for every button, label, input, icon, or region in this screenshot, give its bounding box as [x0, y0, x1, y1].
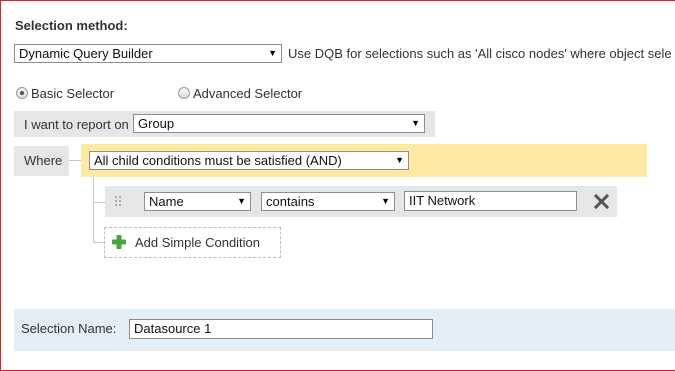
advanced-selector-label[interactable]: Advanced Selector — [193, 86, 302, 101]
condition-mode-dropdown[interactable]: All child conditions must be satisfied (… — [89, 151, 409, 170]
basic-selector-radio[interactable] — [16, 87, 28, 99]
condition-value-text: IIT Network — [409, 193, 476, 208]
advanced-selector-radio[interactable] — [178, 87, 190, 99]
chevron-down-icon: ▼ — [268, 48, 277, 58]
tree-connector — [93, 177, 94, 243]
selection-method-value: Dynamic Query Builder — [19, 46, 153, 61]
selection-name-input[interactable]: Datasource 1 — [129, 319, 433, 339]
selection-method-title: Selection method: — [15, 18, 128, 33]
condition-value-input[interactable]: IIT Network — [404, 191, 577, 211]
plus-icon — [111, 234, 127, 250]
condition-operator-value: contains — [266, 194, 315, 209]
report-on-dropdown[interactable]: Group ▼ — [133, 114, 425, 133]
condition-field-dropdown[interactable]: Name ▼ — [144, 192, 251, 211]
selection-name-value: Datasource 1 — [134, 321, 212, 336]
basic-selector-label[interactable]: Basic Selector — [31, 86, 114, 101]
close-icon[interactable] — [593, 193, 610, 210]
chevron-down-icon: ▼ — [411, 118, 420, 128]
selection-name-label: Selection Name: — [21, 321, 117, 336]
drag-handle-icon[interactable] — [114, 195, 122, 207]
condition-field-value: Name — [149, 194, 184, 209]
chevron-down-icon: ▼ — [395, 155, 404, 165]
condition-mode-value: All child conditions must be satisfied (… — [94, 153, 342, 168]
report-on-label: I want to report on — [24, 117, 129, 132]
chevron-down-icon: ▼ — [237, 196, 246, 206]
selection-method-hint: Use DQB for selections such as 'All cisc… — [288, 46, 672, 61]
condition-operator-dropdown[interactable]: contains ▼ — [261, 192, 395, 211]
tree-connector — [69, 160, 81, 161]
chevron-down-icon: ▼ — [381, 196, 390, 206]
add-simple-condition-label[interactable]: Add Simple Condition — [135, 235, 260, 250]
selection-method-dropdown[interactable]: Dynamic Query Builder ▼ — [14, 44, 282, 63]
where-label: Where — [24, 153, 63, 168]
tree-connector — [93, 202, 105, 203]
report-on-value: Group — [138, 116, 175, 131]
